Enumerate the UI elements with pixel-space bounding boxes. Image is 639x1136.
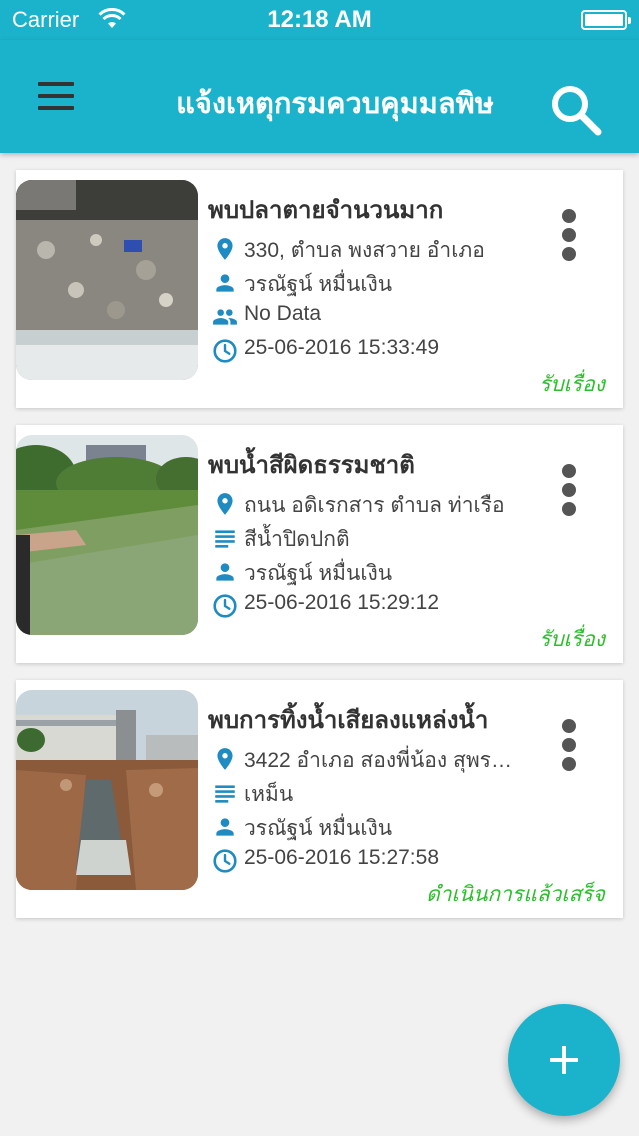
more-options-button[interactable] [551,460,587,520]
group-text: No Data [244,302,322,325]
more-vert-icon [562,464,576,478]
status-label: รับเรื่อง [539,372,605,396]
menu-icon [38,82,74,86]
description-row: สีน้ำปิดปกติ [212,521,520,553]
description-text: สีน้ำปิดปกติ [244,528,350,551]
person-icon [216,563,234,581]
datetime-row: 25-06-2016 15:29:12 [212,589,520,621]
reporter-text: วรณัฐน์ หมื่นเงิน [244,273,393,296]
datetime-row: 25-06-2016 15:33:49 [212,334,520,366]
notes-icon [215,530,235,548]
report-photo [16,180,198,380]
report-title: พบปลาตายจำนวนมาก [208,196,444,224]
description-text: เหม็น [244,783,294,806]
report-card[interactable]: พบการทิ้งน้ำเสียลงแหล่งน้ำ 3422 อำเภอ สอ… [16,680,623,918]
location-text: 3422 อำเภอ สองพี่น้อง สุพรรณบุรี [244,749,520,772]
location-pin-icon [217,748,233,770]
datetime-row: 25-06-2016 15:27:58 [212,844,520,876]
add-report-button[interactable] [508,1004,620,1116]
search-icon[interactable] [546,80,606,140]
location-row: ถนน อดิเรกสาร ตำบล ท่าเรือ [212,487,520,519]
report-title: พบน้ำสีผิดธรรมชาติ [208,451,415,479]
datetime-text: 25-06-2016 15:29:12 [244,591,439,614]
location-pin-icon [217,493,233,515]
reporter-text: วรณัฐน์ หมื่นเงิน [244,562,393,585]
notes-icon [215,785,235,803]
status-label: ดำเนินการแล้วเสร็จ [426,882,605,906]
clock-icon [213,594,237,618]
location-text: ถนน อดิเรกสาร ตำบล ท่าเรือ [244,494,505,517]
reporter-text: วรณัฐน์ หมื่นเงิน [244,817,393,840]
datetime-text: 25-06-2016 15:27:58 [244,846,439,869]
status-label: รับเรื่อง [539,627,605,651]
person-icon [216,818,234,836]
location-row: 330, ตำบล พงสวาย อำเภอ [212,232,520,264]
more-vert-icon [562,209,576,223]
datetime-text: 25-06-2016 15:33:49 [244,336,439,359]
app-bar: แจ้งเหตุกรมควบคุมมลพิษ [0,40,639,153]
more-options-button[interactable] [551,205,587,265]
location-text: 330, ตำบล พงสวาย อำเภอ [244,239,485,262]
reporter-row: วรณัฐน์ หมื่นเงิน [212,555,520,587]
report-photo [16,690,198,890]
person-icon [216,274,234,292]
clock: 12:18 AM [267,6,372,33]
description-row: เหม็น [212,776,520,808]
report-title: พบการทิ้งน้ำเสียลงแหล่งน้ำ [208,706,489,734]
group-row: No Data [212,300,520,332]
reporter-row: วรณัฐน์ หมื่นเงิน [212,266,520,298]
menu-button[interactable] [30,74,82,118]
clock-icon [213,339,237,363]
group-icon [213,309,237,325]
report-card[interactable]: พบน้ำสีผิดธรรมชาติ ถนน อดิเรกสาร ตำบล ท่… [16,425,623,663]
report-photo [16,435,198,635]
reporter-row: วรณัฐน์ หมื่นเงิน [212,810,520,842]
battery-icon [581,10,631,30]
status-bar: Carrier 12:18 AM [0,0,639,40]
location-pin-icon [217,238,233,260]
page-title: แจ้งเหตุกรมควบคุมมลพิษ [176,86,494,120]
more-vert-icon [562,719,576,733]
clock-icon [213,849,237,873]
more-options-button[interactable] [551,715,587,775]
report-card[interactable]: พบปลาตายจำนวนมาก 330, ตำบล พงสวาย อำเภอ … [16,170,623,408]
location-row: 3422 อำเภอ สองพี่น้อง สุพรรณบุรี [212,742,520,774]
